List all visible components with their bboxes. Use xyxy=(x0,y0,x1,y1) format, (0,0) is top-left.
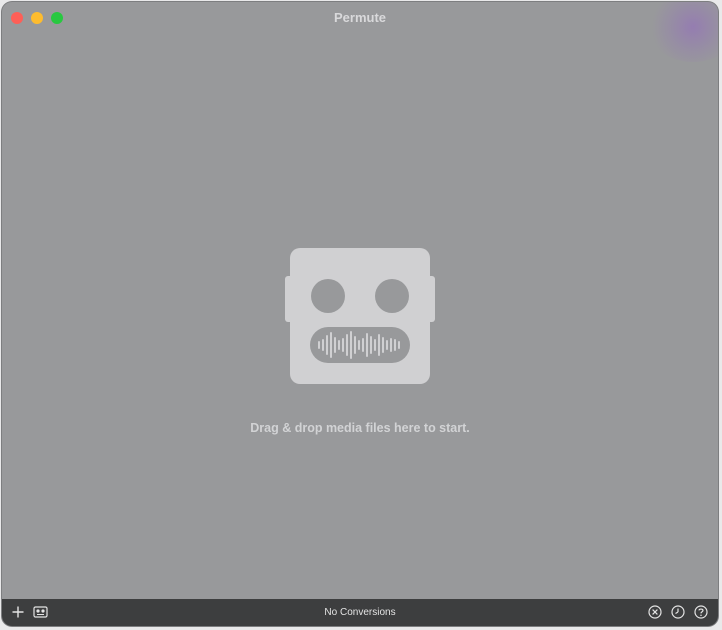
conversion-status: No Conversions xyxy=(324,607,396,618)
app-window: Permute Drag & drop media files here to … xyxy=(2,2,718,626)
drop-prompt-text: Drag & drop media files here to start. xyxy=(250,421,470,435)
help-icon[interactable] xyxy=(693,604,709,620)
bottom-toolbar: No Conversions xyxy=(2,599,718,626)
window-title: Permute xyxy=(333,10,387,25)
robot-mascot-icon xyxy=(285,248,435,384)
drop-zone[interactable]: Drag & drop media files here to start. xyxy=(2,32,718,599)
title-bar[interactable]: Permute xyxy=(2,2,718,32)
history-icon[interactable] xyxy=(670,604,686,620)
cancel-icon[interactable] xyxy=(647,604,663,620)
